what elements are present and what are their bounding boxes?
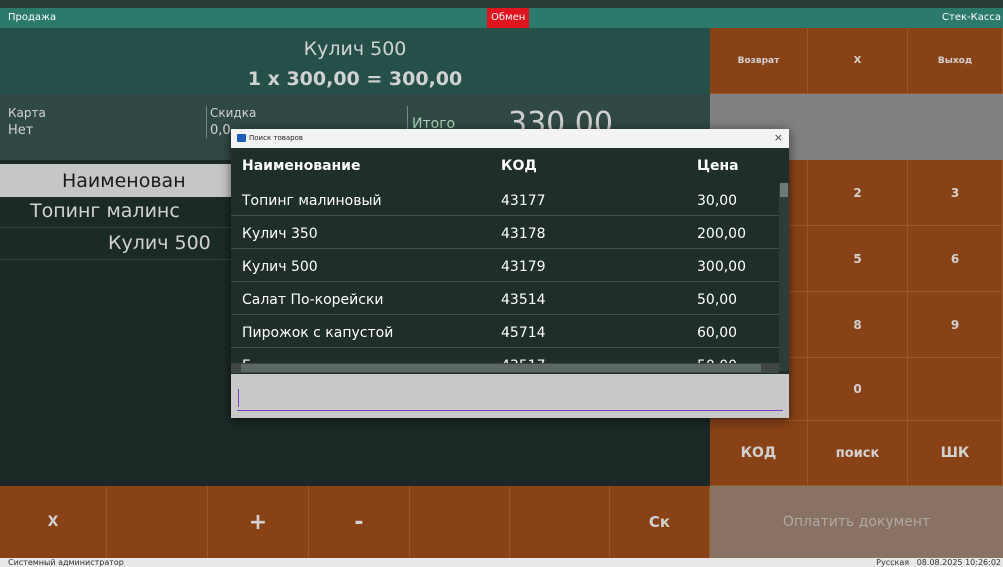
discount-button[interactable]: Ск (610, 486, 710, 558)
horizontal-scroll-thumb[interactable] (241, 364, 761, 372)
divider (206, 106, 207, 138)
discount-label: Скидка (210, 106, 257, 120)
cell-price: 300,00 (697, 259, 746, 275)
cell-price: 200,00 (697, 226, 746, 242)
key-5-button[interactable]: 5 (808, 226, 908, 292)
table-row[interactable]: Салат По-корейски 43514 50,00 (231, 282, 779, 315)
table-row[interactable]: Кулич 500 43179 300,00 (231, 249, 779, 282)
table-row[interactable]: Пирожок с капустой 45714 60,00 (231, 315, 779, 348)
empty-button[interactable] (410, 486, 510, 558)
cell-code: 43177 (501, 193, 546, 209)
product-search-dialog: Поиск товаров × Наименование КОД Цена То… (231, 129, 789, 418)
key-2-button[interactable]: 2 (808, 160, 908, 226)
horizontal-scrollbar[interactable] (231, 363, 779, 373)
key-8-button[interactable]: 8 (808, 292, 908, 358)
current-item-panel: Кулич 500 1 x 300,00 = 300,00 (0, 28, 710, 94)
current-item-calc: 1 x 300,00 = 300,00 (247, 68, 463, 90)
x-report-button[interactable]: X (808, 28, 908, 94)
cell-name: Салат По-корейски (242, 292, 384, 308)
close-icon[interactable]: × (774, 131, 783, 144)
table-row[interactable]: Топинг малиновый 43177 30,00 (231, 183, 779, 216)
cell-price: 60,00 (697, 325, 738, 341)
cell-code: 45714 (501, 325, 546, 341)
cell-code: 43178 (501, 226, 546, 242)
table-row[interactable]: Кулич 350 43178 200,00 (231, 216, 779, 249)
column-header-name[interactable]: Наименование (242, 158, 361, 174)
top-bar: Продажа Обмен Стек-Касса (0, 8, 1003, 28)
column-header-price[interactable]: Цена (697, 158, 739, 174)
cell-name: Кулич 350 (242, 226, 318, 242)
app-icon (237, 134, 246, 142)
key-0-button[interactable]: 0 (808, 358, 908, 421)
vertical-scroll-thumb[interactable] (780, 183, 788, 197)
row-name: Топинг малинс (30, 200, 180, 222)
key-backspace-button[interactable] (908, 358, 1003, 421)
minus-button[interactable]: - (309, 486, 410, 558)
cell-name: Кулич 500 (242, 259, 318, 275)
dialog-title: Поиск товаров (249, 134, 304, 142)
barcode-button[interactable]: ШК (908, 421, 1003, 486)
exchange-badge[interactable]: Обмен (487, 8, 530, 28)
vertical-scrollbar[interactable] (779, 183, 789, 371)
card-cell: Карта Нет (8, 106, 46, 138)
text-caret (238, 389, 239, 407)
row-name: Кулич 500 (108, 232, 211, 254)
bottom-toolbar: X + - Ск Оплатить документ (0, 486, 1003, 558)
product-grid: Наименование КОД Цена Топинг малиновый 4… (231, 148, 789, 374)
cell-code: 43179 (501, 259, 546, 275)
key-9-button[interactable]: 9 (908, 292, 1003, 358)
grid-header: Наименование КОД Цена (231, 148, 779, 183)
search-input[interactable] (237, 389, 783, 411)
delete-button[interactable]: X (0, 486, 107, 558)
app-title: Стек-Касса (942, 12, 1001, 23)
cell-name: Пирожок с капустой (242, 325, 394, 341)
return-button[interactable]: Возврат (710, 28, 808, 94)
plus-button[interactable]: + (208, 486, 309, 558)
status-right: Русская 08.08.2025 10:26:02 (876, 558, 1001, 567)
search-button[interactable]: поиск (808, 421, 908, 486)
card-value: Нет (8, 123, 34, 138)
card-label: Карта (8, 106, 46, 120)
column-header-code[interactable]: КОД (501, 158, 537, 174)
datetime-label: 08.08.2025 10:26:02 (916, 558, 1001, 567)
user-label: Системный администратор (8, 558, 124, 567)
key-6-button[interactable]: 6 (908, 226, 1003, 292)
locale-label: Русская (876, 558, 910, 567)
current-item-name: Кулич 500 (303, 38, 407, 60)
dialog-titlebar: Поиск товаров × (231, 129, 789, 148)
cell-name: Топинг малиновый (242, 193, 382, 209)
receipt-header-label: Наименован (62, 170, 186, 192)
code-button[interactable]: КОД (710, 421, 808, 486)
app-window: Продажа Обмен Стек-Касса Кулич 500 1 x 3… (0, 0, 1003, 567)
cell-price: 30,00 (697, 193, 738, 209)
exit-button[interactable]: Выход (908, 28, 1003, 94)
pay-document-button[interactable]: Оплатить документ (710, 486, 1003, 558)
key-3-button[interactable]: 3 (908, 160, 1003, 226)
status-bar: Системный администратор Русская 08.08.20… (0, 558, 1003, 567)
empty-button[interactable] (107, 486, 208, 558)
mode-label: Продажа (8, 12, 57, 23)
empty-button[interactable] (510, 486, 610, 558)
cell-code: 43514 (501, 292, 546, 308)
cell-price: 50,00 (697, 292, 738, 308)
